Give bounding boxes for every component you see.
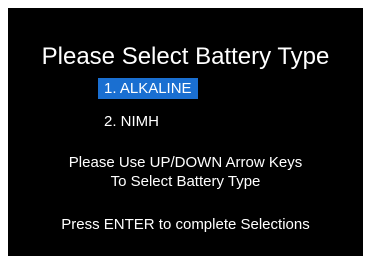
option-alkaline[interactable]: 1. ALKALINE xyxy=(98,78,198,99)
battery-options-list: 1. ALKALINE 2. NIMH xyxy=(98,78,198,132)
instructions-line-1: Please Use UP/DOWN Arrow Keys xyxy=(68,154,303,171)
option-nimh[interactable]: 2. NIMH xyxy=(98,111,198,132)
menu-title: Please Select Battery Type xyxy=(41,43,330,70)
instructions: Please Use UP/DOWN Arrow Keys To Select … xyxy=(8,153,363,191)
battery-type-menu: Please Select Battery Type 1. ALKALINE 2… xyxy=(8,8,363,256)
instructions-line-2: To Select Battery Type xyxy=(110,173,261,190)
enter-hint: Press ENTER to complete Selections xyxy=(61,216,310,233)
device-screen-frame: Please Select Battery Type 1. ALKALINE 2… xyxy=(8,8,363,256)
